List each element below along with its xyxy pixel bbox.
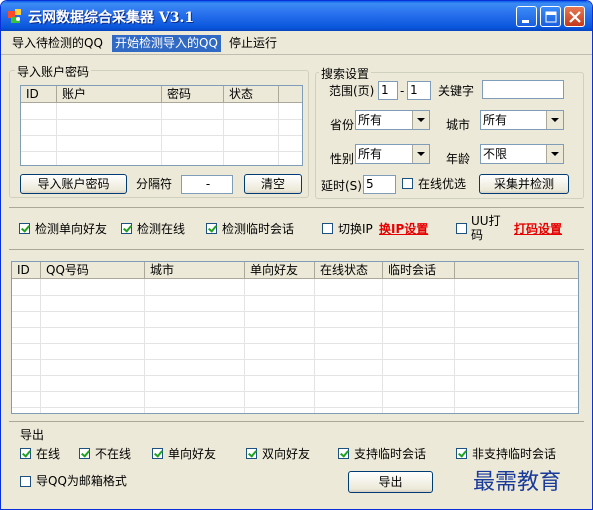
export-online-checkbox[interactable] — [20, 448, 31, 459]
check-one-way-label: 检测单向好友 — [35, 222, 108, 236]
divider — [9, 421, 584, 422]
city-label: 城市 — [446, 118, 471, 132]
online-first-checkbox[interactable] — [402, 178, 413, 189]
close-button[interactable] — [564, 6, 585, 27]
menu-start-check[interactable]: 开始检测导入的QQ — [112, 35, 221, 52]
menu-stop[interactable]: 停止运行 — [226, 35, 280, 52]
range-label: 范围(页) — [329, 84, 375, 98]
import-account-group-title: 导入账户密码 — [15, 63, 92, 80]
account-col-account[interactable]: 账户 — [57, 86, 162, 103]
uu-captcha-checkbox[interactable] — [456, 223, 467, 234]
range-to-input[interactable]: 1 — [407, 81, 431, 100]
delay-label: 延时(S) — [321, 179, 362, 193]
uu-captcha-label: UU打码 — [471, 214, 501, 242]
divider — [9, 207, 584, 208]
app-window: 云网数据综合采集器 V3.1 导入待检测的QQ 开始检测导入的QQ 停止运行 导… — [0, 0, 593, 510]
result-col-online-status[interactable]: 在线状态 — [315, 262, 383, 279]
export-button[interactable]: 导出 — [348, 471, 433, 493]
city-value: 所有 — [483, 113, 508, 127]
city-select[interactable]: 所有 — [480, 110, 564, 130]
account-col-id[interactable]: ID — [21, 86, 57, 103]
chevron-down-icon[interactable] — [412, 111, 429, 129]
import-account-button[interactable]: 导入账户密码 — [20, 174, 127, 194]
export-one-way-checkbox[interactable] — [152, 448, 163, 459]
maximize-button[interactable] — [540, 6, 561, 27]
result-col-id[interactable]: ID — [12, 262, 41, 279]
switch-ip-label: 切换IP — [338, 222, 373, 236]
keyword-label: 关键字 — [438, 84, 475, 98]
delay-input[interactable]: 5 — [363, 175, 396, 194]
export-temp-chat-support-checkbox[interactable] — [338, 448, 349, 459]
online-first-label: 在线优选 — [418, 177, 467, 191]
keyword-input[interactable] — [482, 80, 564, 99]
account-col-status[interactable]: 状态 — [224, 86, 279, 103]
export-two-way-checkbox[interactable] — [246, 448, 257, 459]
age-value: 不限 — [483, 147, 508, 161]
switch-ip-checkbox[interactable] — [322, 223, 333, 234]
close-icon — [569, 11, 581, 23]
range-separator: - — [400, 84, 405, 98]
divider — [9, 249, 584, 250]
export-one-way-label: 单向好友 — [168, 447, 217, 461]
export-two-way-label: 双向好友 — [262, 447, 311, 461]
app-logo-icon — [8, 9, 21, 23]
check-one-way-checkbox[interactable] — [19, 223, 30, 234]
separator-input[interactable]: - — [181, 175, 233, 194]
result-col-one-way[interactable]: 单向好友 — [245, 262, 315, 279]
result-col-qq[interactable]: QQ号码 — [41, 262, 145, 279]
result-col-temp-chat[interactable]: 临时会话 — [383, 262, 455, 279]
minimize-button[interactable] — [516, 6, 537, 27]
export-temp-chat-unsupported-checkbox[interactable] — [456, 448, 467, 459]
watermark-text: 最需教育 — [473, 470, 562, 495]
qq-as-email-label: 导QQ为邮箱格式 — [36, 474, 127, 488]
chevron-down-icon[interactable] — [546, 111, 563, 129]
age-label: 年龄 — [446, 152, 471, 166]
account-col-password[interactable]: 密码 — [162, 86, 224, 103]
title-bar[interactable]: 云网数据综合采集器 V3.1 — [1, 1, 592, 31]
province-select[interactable]: 所有 — [355, 110, 430, 130]
province-value: 所有 — [358, 113, 383, 127]
province-label: 省份 — [330, 118, 355, 132]
age-select[interactable]: 不限 — [480, 144, 564, 164]
account-grid[interactable]: ID 账户 密码 状态 — [20, 85, 303, 166]
maximize-icon — [545, 11, 557, 23]
clear-button[interactable]: 清空 — [244, 174, 302, 194]
menu-import-qq[interactable]: 导入待检测的QQ — [9, 35, 106, 52]
captcha-settings-link[interactable]: 打码设置 — [514, 220, 562, 237]
account-grid-header: ID 账户 密码 状态 — [21, 86, 302, 103]
check-online-checkbox[interactable] — [121, 223, 132, 234]
export-group-title: 导出 — [20, 428, 45, 442]
chevron-down-icon[interactable] — [546, 145, 563, 163]
gender-label: 性别 — [330, 152, 355, 166]
search-settings-title: 搜索设置 — [319, 65, 372, 82]
check-online-label: 检测在线 — [137, 222, 186, 236]
minimize-icon — [522, 20, 529, 23]
qq-as-email-checkbox[interactable] — [20, 476, 31, 487]
export-offline-label: 不在线 — [95, 447, 132, 461]
export-offline-checkbox[interactable] — [79, 448, 90, 459]
collect-and-check-button[interactable]: 采集并检测 — [479, 174, 569, 194]
check-temp-chat-checkbox[interactable] — [206, 223, 217, 234]
ip-settings-link[interactable]: 换IP设置 — [379, 220, 428, 237]
result-col-city[interactable]: 城市 — [145, 262, 245, 279]
export-temp-chat-support-label: 支持临时会话 — [354, 447, 427, 461]
menu-bar: 导入待检测的QQ 开始检测导入的QQ 停止运行 — [1, 31, 592, 55]
check-temp-chat-label: 检测临时会话 — [222, 222, 295, 236]
window-title: 云网数据综合采集器 V3.1 — [28, 10, 195, 26]
range-from-input[interactable]: 1 — [378, 81, 398, 100]
gender-select[interactable]: 所有 — [355, 144, 430, 164]
separator-label: 分隔符 — [136, 177, 173, 191]
gender-value: 所有 — [358, 147, 383, 161]
chevron-down-icon[interactable] — [412, 145, 429, 163]
result-grid-header: ID QQ号码 城市 单向好友 在线状态 临时会话 — [12, 262, 578, 279]
export-temp-chat-unsupported-label: 非支持临时会话 — [472, 447, 557, 461]
result-grid[interactable]: ID QQ号码 城市 单向好友 在线状态 临时会话 — [11, 261, 579, 414]
export-online-label: 在线 — [36, 447, 61, 461]
